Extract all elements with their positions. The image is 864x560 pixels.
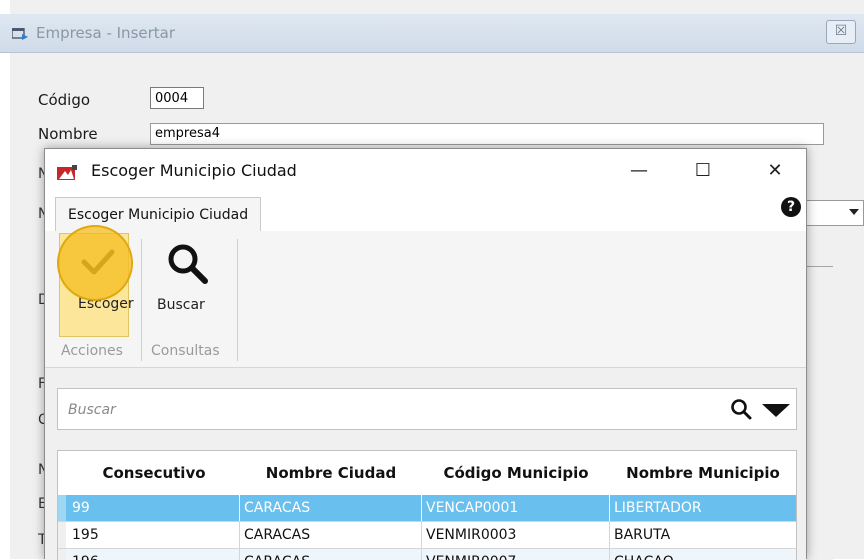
column-header-nombre-municipio[interactable]: Nombre Municipio: [610, 451, 796, 495]
outer-window-left-margin: [0, 0, 10, 559]
dropdown-arrow-icon[interactable]: [762, 404, 790, 417]
maximize-button[interactable]: ☐: [681, 155, 725, 187]
search-icon[interactable]: [730, 398, 752, 420]
table-row[interactable]: 196 CARACAS VENMIR0007 CHACAO: [58, 548, 796, 560]
row-indicator: [58, 549, 66, 560]
cell-codigo-municipio[interactable]: VENMIR0003: [422, 522, 610, 548]
column-header-consecutivo[interactable]: Consecutivo: [68, 451, 240, 495]
chevron-down-icon[interactable]: [849, 209, 859, 215]
cell-consecutivo[interactable]: 195: [68, 522, 240, 548]
row-indicator: [58, 495, 66, 521]
column-header-nombre-ciudad[interactable]: Nombre Ciudad: [240, 451, 422, 495]
dialog-title: Escoger Municipio Ciudad: [91, 161, 297, 180]
cell-nombre-ciudad[interactable]: CARACAS: [240, 495, 422, 521]
search-box: [57, 388, 797, 431]
cell-consecutivo[interactable]: 196: [68, 549, 240, 560]
outer-window-titlebar: Empresa - Insertar ☒: [0, 14, 864, 53]
dialog-titlebar: Escoger Municipio Ciudad — ☐ ✕: [45, 149, 806, 193]
buscar-label: Buscar: [157, 297, 205, 313]
nombre-label: Nombre: [38, 125, 98, 143]
municipio-grid[interactable]: Consecutivo Nombre Ciudad Código Municip…: [57, 450, 797, 560]
cell-codigo-municipio[interactable]: VENCAP0001: [422, 495, 610, 521]
codigo-input[interactable]: 0004: [150, 87, 204, 109]
ribbon-group-separator: [237, 239, 238, 361]
ribbon-tab-strip: Escoger Municipio Ciudad ?: [45, 193, 806, 233]
cell-nombre-municipio[interactable]: BARUTA: [610, 522, 796, 548]
group-consultas-label: Consultas: [151, 343, 220, 359]
click-highlight-marker: [57, 225, 133, 301]
codigo-label: Código: [38, 91, 91, 109]
column-header-codigo-municipio[interactable]: Código Municipio: [422, 451, 610, 495]
help-icon[interactable]: ?: [781, 197, 801, 217]
buscar-button[interactable]: Buscar: [145, 233, 229, 337]
app-logo-icon: [57, 165, 77, 180]
cell-nombre-municipio[interactable]: LIBERTADOR: [610, 495, 796, 521]
cell-nombre-ciudad[interactable]: CARACAS: [240, 549, 422, 560]
row-indicator: [58, 522, 66, 548]
ribbon-group-separator: [141, 239, 142, 361]
cell-consecutivo[interactable]: 99: [68, 495, 240, 521]
cell-nombre-municipio[interactable]: CHACAO: [610, 549, 796, 560]
outer-close-button[interactable]: ☒: [826, 20, 856, 44]
table-row[interactable]: 195 CARACAS VENMIR0003 BARUTA: [58, 521, 796, 548]
ribbon: Escoger Buscar Acciones Consultas: [45, 231, 806, 368]
escoger-municipio-dialog: Escoger Municipio Ciudad — ☐ ✕ Escoger M…: [44, 148, 807, 560]
close-button[interactable]: ✕: [753, 155, 797, 187]
nombre-input[interactable]: empresa4: [150, 123, 824, 145]
cell-codigo-municipio[interactable]: VENMIR0007: [422, 549, 610, 560]
app-window-icon: [12, 28, 28, 40]
search-input[interactable]: [66, 389, 710, 431]
outer-combo-box[interactable]: [800, 200, 864, 226]
minimize-button[interactable]: —: [617, 155, 661, 187]
cell-nombre-ciudad[interactable]: CARACAS: [240, 522, 422, 548]
table-row[interactable]: 99 CARACAS VENCAP0001 LIBERTADOR: [58, 495, 796, 521]
grid-header: Consecutivo Nombre Ciudad Código Municip…: [58, 451, 796, 496]
dialog-content: Consecutivo Nombre Ciudad Código Municip…: [45, 368, 806, 560]
group-acciones-label: Acciones: [61, 343, 123, 359]
search-icon: [168, 244, 208, 284]
outer-window-title: Empresa - Insertar: [36, 24, 176, 42]
